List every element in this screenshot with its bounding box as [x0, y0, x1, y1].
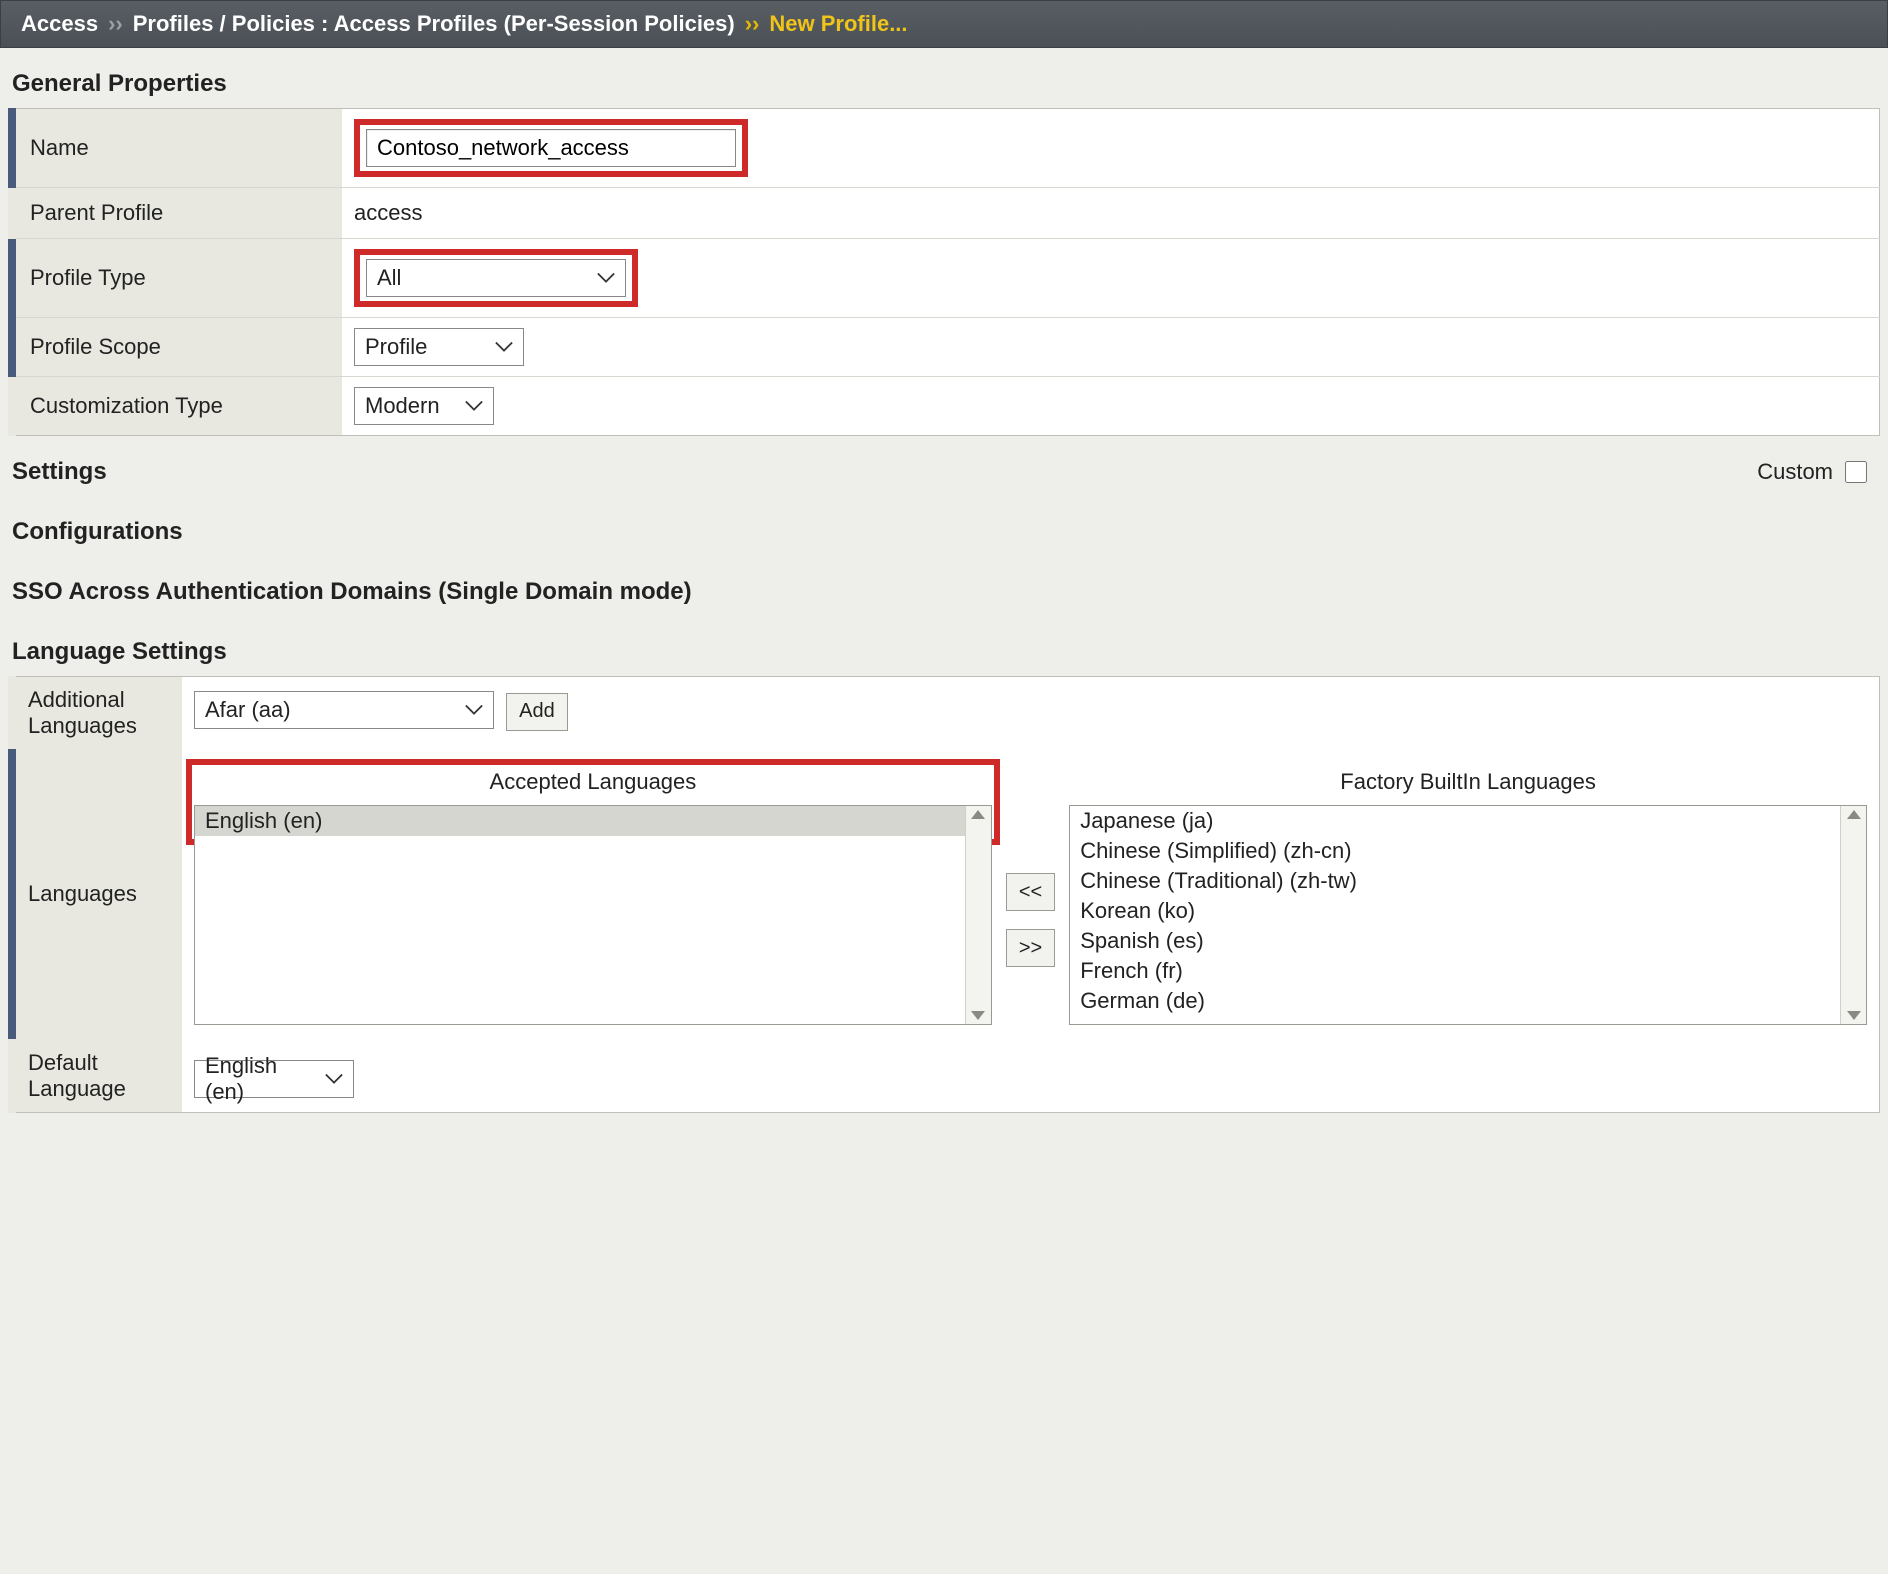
profile-scope-value: Profile — [365, 334, 427, 360]
section-heading-configurations: Configurations — [0, 496, 1888, 556]
custom-label: Custom — [1757, 459, 1833, 485]
move-right-button[interactable]: >> — [1006, 929, 1055, 967]
chevron-down-icon — [597, 272, 615, 284]
breadcrumb-item-new-profile: New Profile... — [769, 11, 907, 37]
label-parent-profile: Parent Profile — [12, 188, 342, 239]
row-languages: Languages Accepted Languages English (en… — [12, 749, 1880, 1039]
chevron-down-icon — [325, 1073, 343, 1085]
factory-language-item[interactable]: Japanese (ja) — [1070, 806, 1840, 836]
additional-languages-select[interactable]: Afar (aa) — [194, 691, 494, 729]
scroll-up-icon[interactable] — [971, 810, 985, 819]
factory-language-item[interactable]: Chinese (Traditional) (zh-tw) — [1070, 866, 1840, 896]
factory-languages-listbox[interactable]: Japanese (ja) Chinese (Simplified) (zh-c… — [1069, 805, 1867, 1025]
label-customization-type: Customization Type — [12, 377, 342, 436]
default-language-select[interactable]: English (en) — [194, 1060, 354, 1098]
label-languages: Languages — [12, 749, 182, 1039]
row-additional-languages: Additional Languages Afar (aa) Add — [12, 677, 1880, 750]
move-left-button[interactable]: << — [1006, 873, 1055, 911]
value-parent-profile: access — [342, 188, 1880, 239]
label-profile-scope: Profile Scope — [12, 318, 342, 377]
section-heading-settings: Settings Custom — [0, 436, 1888, 496]
chevron-down-icon — [465, 400, 483, 412]
chevron-down-icon — [465, 704, 483, 716]
profile-type-select[interactable]: All — [366, 259, 626, 297]
label-additional-languages: Additional Languages — [12, 677, 182, 750]
factory-language-item[interactable]: Spanish (es) — [1070, 926, 1840, 956]
label-default-language: Default Language — [12, 1039, 182, 1113]
row-default-language: Default Language English (en) — [12, 1039, 1880, 1113]
profile-type-value: All — [377, 265, 401, 291]
default-language-value: English (en) — [205, 1053, 309, 1105]
highlight-profile-type: All — [354, 249, 638, 307]
label-profile-type: Profile Type — [12, 239, 342, 318]
scroll-down-icon[interactable] — [971, 1011, 985, 1020]
breadcrumb-item-access[interactable]: Access — [21, 11, 98, 37]
add-language-button[interactable]: Add — [506, 693, 568, 731]
additional-languages-value: Afar (aa) — [205, 697, 291, 723]
accepted-languages-listbox[interactable]: English (en) — [194, 805, 992, 1025]
accepted-languages-title: Accepted Languages — [194, 763, 992, 805]
customization-type-value: Modern — [365, 393, 440, 419]
factory-language-item[interactable]: Korean (ko) — [1070, 896, 1840, 926]
row-name: Name — [12, 109, 1880, 188]
language-settings-table: Additional Languages Afar (aa) Add Langu… — [8, 676, 1880, 1113]
settings-title: Settings — [12, 458, 107, 486]
label-name: Name — [12, 109, 342, 188]
row-parent-profile: Parent Profile access — [12, 188, 1880, 239]
scroll-down-icon[interactable] — [1847, 1011, 1861, 1020]
factory-language-item[interactable]: French (fr) — [1070, 956, 1840, 986]
breadcrumb: Access ›› Profiles / Policies : Access P… — [0, 0, 1888, 48]
row-profile-type: Profile Type All — [12, 239, 1880, 318]
accepted-language-item[interactable]: English (en) — [195, 806, 965, 836]
name-input[interactable] — [366, 129, 736, 167]
customization-type-select[interactable]: Modern — [354, 387, 494, 425]
section-heading-language-settings: Language Settings — [0, 616, 1888, 676]
scroll-up-icon[interactable] — [1847, 810, 1861, 819]
breadcrumb-item-profiles[interactable]: Profiles / Policies : Access Profiles (P… — [133, 11, 735, 37]
factory-languages-title: Factory BuiltIn Languages — [1069, 763, 1867, 805]
breadcrumb-sep-icon: ›› — [108, 11, 123, 37]
factory-language-item[interactable]: Chinese (Simplified) (zh-cn) — [1070, 836, 1840, 866]
general-properties-table: Name Parent Profile access Profile Type … — [8, 108, 1880, 436]
scrollbar[interactable] — [965, 806, 991, 1024]
chevron-down-icon — [495, 341, 513, 353]
breadcrumb-sep-icon: ›› — [745, 11, 760, 37]
highlight-name — [354, 119, 748, 177]
custom-checkbox[interactable] — [1845, 461, 1867, 483]
profile-scope-select[interactable]: Profile — [354, 328, 524, 366]
factory-language-item[interactable]: German (de) — [1070, 986, 1840, 1016]
row-profile-scope: Profile Scope Profile — [12, 318, 1880, 377]
section-heading-sso: SSO Across Authentication Domains (Singl… — [0, 556, 1888, 616]
scrollbar[interactable] — [1840, 806, 1866, 1024]
section-heading-general: General Properties — [0, 48, 1888, 108]
row-customization-type: Customization Type Modern — [12, 377, 1880, 436]
